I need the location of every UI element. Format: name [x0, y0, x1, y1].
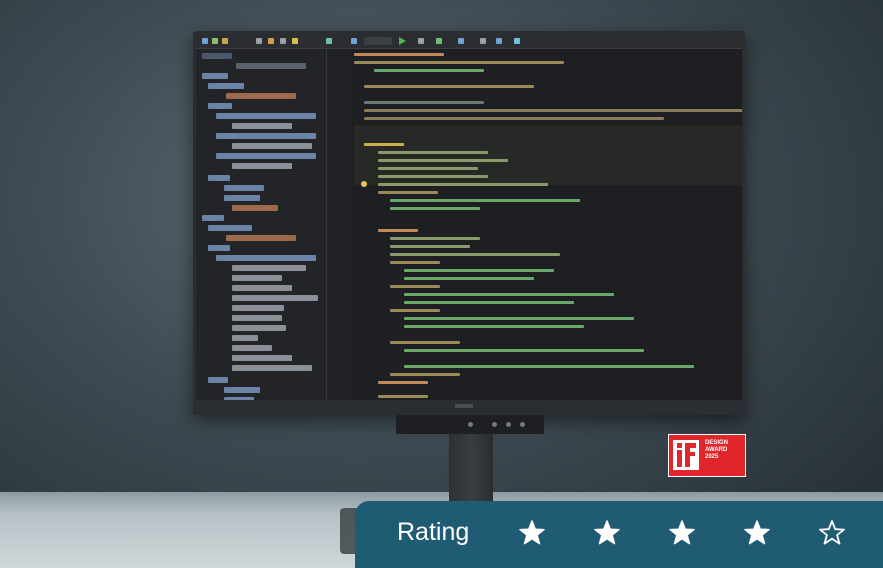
toolbar-icon: [418, 38, 424, 44]
toolbar-icon: [202, 38, 208, 44]
star-outline-icon[interactable]: [819, 520, 845, 546]
toolbar-icon: [280, 38, 286, 44]
toolbar-icon: [268, 38, 274, 44]
toolbar-icon: [514, 38, 520, 44]
line-gutter: [327, 49, 351, 400]
monitor: [193, 31, 745, 415]
ide-toolbar: [196, 34, 742, 49]
toolbar-icon: [292, 38, 298, 44]
toolbar-icon: [480, 38, 486, 44]
star-filled-icon[interactable]: [594, 520, 620, 546]
project-tree: [196, 49, 327, 400]
monitor-screen: [196, 34, 742, 400]
camera-icon: [468, 422, 473, 427]
toolbar-icon: [458, 38, 464, 44]
run-icon: [399, 37, 406, 45]
rating-label: Rating: [397, 518, 470, 546]
product-photo: DESIGN AWARD 2025: [0, 0, 883, 568]
toolbar-icon: [436, 38, 442, 44]
star-filled-icon[interactable]: [744, 520, 770, 546]
toolbar-icon: [351, 38, 357, 44]
star-filled-icon[interactable]: [519, 520, 545, 546]
control-button-icon: [520, 422, 525, 427]
if-logo: [673, 440, 699, 470]
lightbulb-icon: [361, 181, 367, 187]
run-config-chip: [364, 37, 392, 45]
brand-logo: [455, 404, 473, 408]
rating-panel: Rating: [355, 501, 883, 568]
toolbar-icon: [222, 38, 228, 44]
award-text: DESIGN AWARD 2025: [705, 440, 729, 460]
control-button-icon: [492, 422, 497, 427]
control-button-icon: [506, 422, 511, 427]
toolbar-icon: [256, 38, 262, 44]
star-filled-icon[interactable]: [669, 520, 695, 546]
toolbar-icon: [212, 38, 218, 44]
toolbar-icon: [326, 38, 332, 44]
design-award-badge: DESIGN AWARD 2025: [668, 434, 746, 477]
toolbar-icon: [496, 38, 502, 44]
code-editor: [354, 49, 742, 400]
monitor-control-bar: [396, 415, 544, 434]
